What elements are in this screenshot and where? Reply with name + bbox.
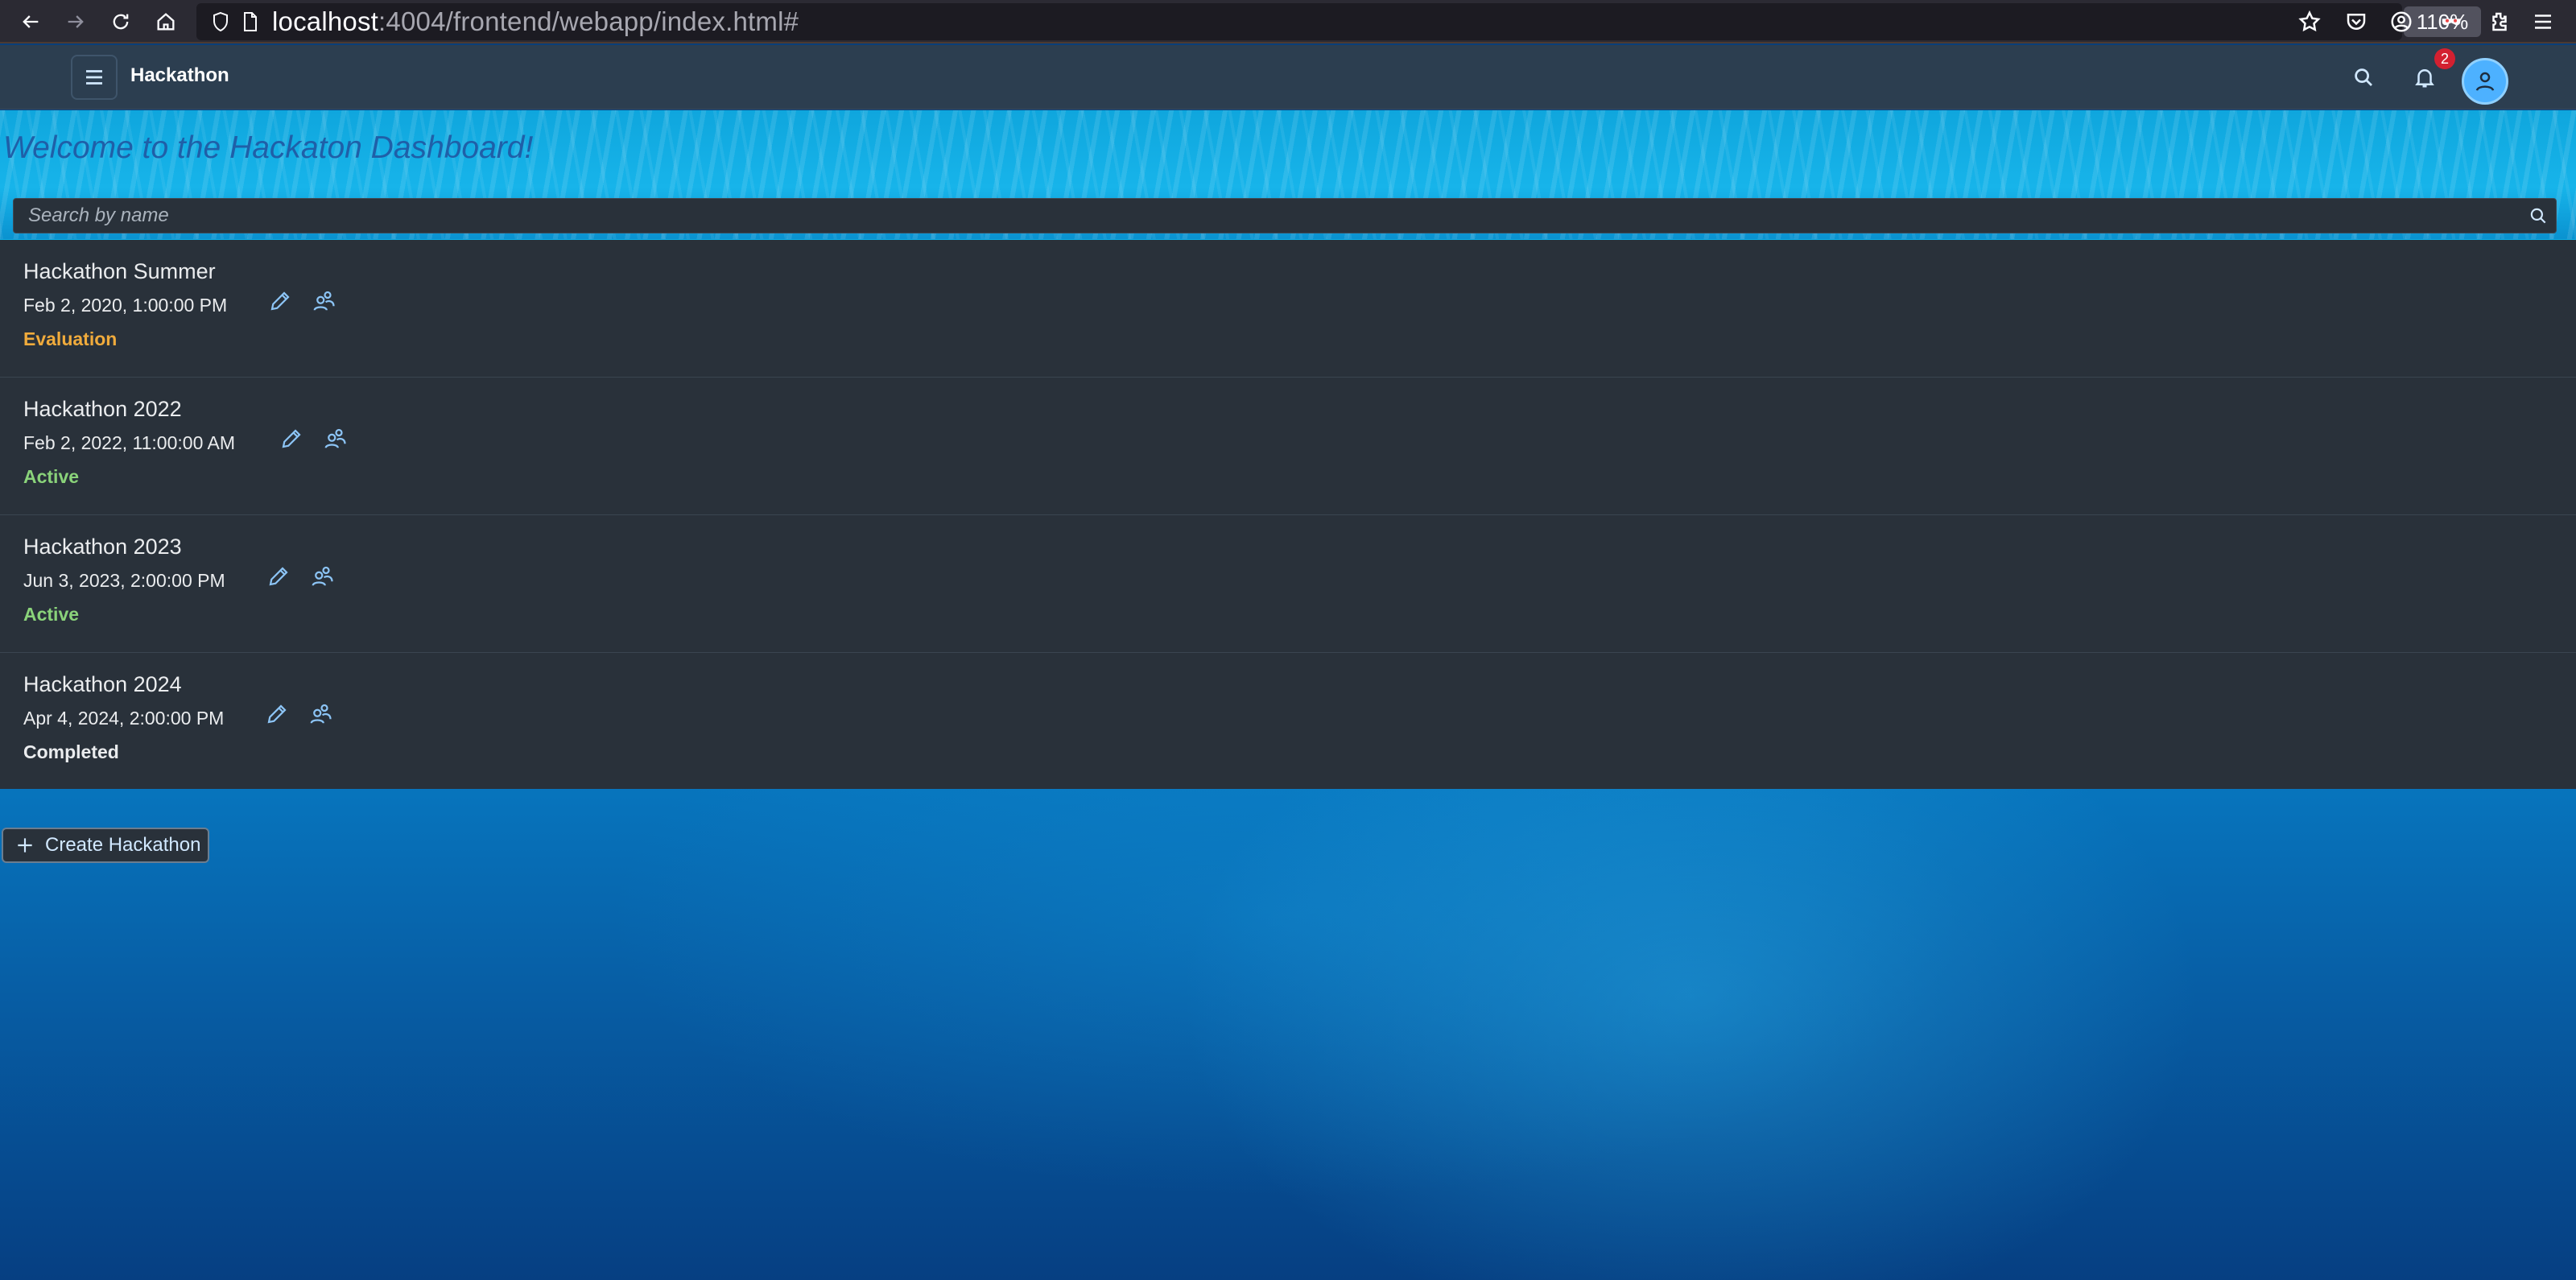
- search-field: [13, 198, 2557, 233]
- mask-extension-icon[interactable]: [2438, 8, 2465, 35]
- item-actions: [264, 562, 336, 591]
- page-icon: [242, 10, 259, 33]
- list-item[interactable]: Hackathon 2022 Feb 2, 2022, 11:00:00 AM …: [0, 378, 2576, 515]
- list-item[interactable]: Hackathon Summer Feb 2, 2020, 1:00:00 PM…: [0, 240, 2576, 378]
- shield-icon[interactable]: [211, 10, 230, 33]
- hackathon-date: Apr 4, 2024, 2:00:00 PM: [23, 708, 225, 729]
- edit-pencil-icon[interactable]: [266, 287, 295, 316]
- search-input[interactable]: [14, 200, 2520, 232]
- create-hackathon-button[interactable]: Create Hackathon: [2, 828, 209, 863]
- edit-pencil-icon[interactable]: [277, 424, 306, 453]
- shell-search-icon[interactable]: [2347, 61, 2380, 93]
- back-icon[interactable]: [8, 0, 53, 43]
- hackathon-name: Hackathon 2022: [23, 397, 182, 421]
- pocket-icon[interactable]: [2343, 8, 2370, 35]
- plus-icon: [11, 832, 39, 859]
- hackathon-list: Hackathon Summer Feb 2, 2020, 1:00:00 PM…: [0, 240, 2576, 789]
- edit-pencil-icon[interactable]: [264, 562, 293, 591]
- reload-icon[interactable]: [98, 0, 143, 43]
- item-actions: [262, 700, 335, 729]
- hackathon-name: Hackathon 2023: [23, 535, 182, 559]
- app-title: Hackathon: [130, 64, 229, 86]
- account-icon[interactable]: [2388, 8, 2415, 35]
- item-actions: [266, 287, 338, 316]
- status-badge: Evaluation: [23, 328, 118, 349]
- hackathon-date: Jun 3, 2023, 2:00:00 PM: [23, 570, 225, 591]
- participants-icon[interactable]: [309, 287, 338, 316]
- list-item[interactable]: Hackathon 2024 Apr 4, 2024, 2:00:00 PM C…: [0, 653, 2576, 788]
- app-shellbar: Hackathon: [0, 45, 2576, 109]
- participants-icon[interactable]: [308, 562, 336, 591]
- status-badge: Completed: [23, 741, 119, 762]
- app-menu-icon[interactable]: [2529, 8, 2557, 35]
- user-avatar[interactable]: [2462, 58, 2508, 105]
- page-title: Welcome to the Hackaton Dashboard!: [3, 130, 534, 165]
- home-icon[interactable]: [143, 0, 188, 43]
- bookmark-star-icon[interactable]: [2296, 8, 2323, 35]
- browser-toolbar: localhost:4004/frontend/webapp/index.htm…: [0, 0, 2576, 43]
- url-text[interactable]: localhost:4004/frontend/webapp/index.htm…: [272, 6, 799, 37]
- extensions-icon[interactable]: [2486, 8, 2513, 35]
- notification-bell-icon[interactable]: [2409, 61, 2441, 93]
- hackathon-date: Feb 2, 2022, 11:00:00 AM: [23, 432, 235, 453]
- create-hackathon-label: Create Hackathon: [45, 834, 201, 856]
- address-bar[interactable]: localhost:4004/frontend/webapp/index.htm…: [196, 3, 2481, 40]
- notification-count-badge: 2: [2434, 48, 2455, 69]
- status-badge: Active: [23, 604, 80, 625]
- url-path: :4004/frontend/webapp/index.html#: [378, 6, 799, 36]
- hackathon-date: Feb 2, 2020, 1:00:00 PM: [23, 295, 228, 316]
- status-badge: Active: [23, 466, 80, 487]
- list-item[interactable]: Hackathon 2023 Jun 3, 2023, 2:00:00 PM A…: [0, 515, 2576, 653]
- hamburger-menu-button[interactable]: [71, 55, 118, 100]
- participants-icon[interactable]: [306, 700, 335, 729]
- search-icon[interactable]: [2520, 200, 2556, 232]
- forward-icon[interactable]: [53, 0, 98, 43]
- edit-pencil-icon[interactable]: [262, 700, 291, 729]
- hackathon-name: Hackathon Summer: [23, 259, 216, 283]
- url-host: localhost: [272, 6, 379, 36]
- item-actions: [277, 424, 349, 453]
- participants-icon[interactable]: [320, 424, 349, 453]
- hackathon-name: Hackathon 2024: [23, 672, 182, 696]
